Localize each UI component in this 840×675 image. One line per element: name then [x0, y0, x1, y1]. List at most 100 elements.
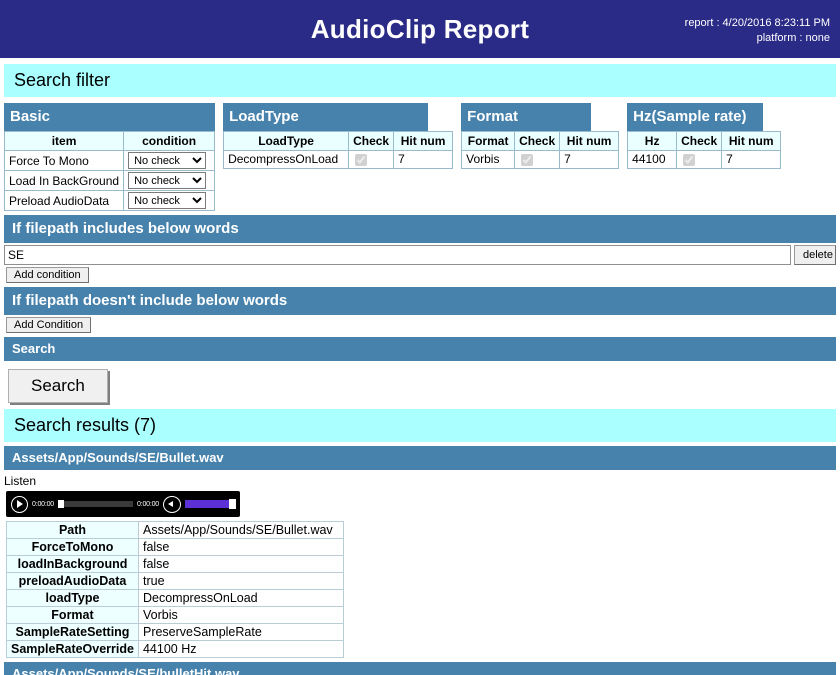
- search-section-heading: Search: [4, 337, 836, 361]
- result-item-header[interactable]: Assets/App/Sounds/SE/bulletHit.wav: [4, 662, 836, 675]
- filter-group-hz-title: Hz(Sample rate): [627, 103, 764, 131]
- detail-label: SampleRateSetting: [6, 623, 139, 641]
- basic-condition-cell: No check: [123, 150, 216, 171]
- filter-group-format: Format Format Check Hit num Vorbis 7: [461, 103, 620, 169]
- detail-label: ForceToMono: [6, 538, 139, 556]
- include-words-heading: If filepath includes below words: [4, 215, 836, 243]
- col-check: Check: [676, 131, 723, 151]
- table-row: Vorbis 7: [461, 150, 620, 169]
- table-row: Format Vorbis: [6, 606, 344, 624]
- format-check-cell: [514, 150, 561, 169]
- table-header-row: Format Check Hit num: [461, 131, 620, 151]
- basic-item-label: Force To Mono: [3, 150, 125, 171]
- table-row: 44100 7: [627, 150, 782, 169]
- table-row: SampleRateOverride 44100 Hz: [6, 640, 344, 658]
- delete-include-word-button[interactable]: delete: [794, 245, 836, 265]
- col-hit-num: Hit num: [559, 131, 620, 151]
- force-to-mono-select[interactable]: No check: [128, 152, 207, 169]
- player-total-time: 0:00:00: [137, 500, 159, 508]
- detail-label: loadType: [6, 589, 139, 607]
- loadtype-hit-num: 7: [393, 150, 454, 169]
- report-timestamp: report : 4/20/2016 8:23:11 PM: [684, 17, 830, 29]
- basic-filter-table: item condition Force To Mono No check Lo…: [3, 131, 216, 211]
- filter-group-basic: Basic item condition Force To Mono No ch…: [3, 103, 216, 211]
- col-hit-num: Hit num: [393, 131, 454, 151]
- filter-group-loadtype-title: LoadType: [223, 103, 429, 131]
- basic-item-label: Load In BackGround: [3, 170, 125, 191]
- format-value: Vorbis: [461, 150, 516, 169]
- load-in-background-select[interactable]: No check: [128, 172, 207, 189]
- hz-filter-table: Hz Check Hit num 44100 7: [627, 131, 782, 169]
- search-results-heading: Search results (7): [4, 409, 836, 442]
- filter-group-hz: Hz(Sample rate) Hz Check Hit num 44100 7: [627, 103, 782, 169]
- format-hit-num: 7: [559, 150, 620, 169]
- col-check: Check: [514, 131, 561, 151]
- basic-item-label: Preload AudioData: [3, 190, 125, 211]
- loadtype-filter-table: LoadType Check Hit num DecompressOnLoad …: [223, 131, 454, 169]
- table-row: Preload AudioData No check: [3, 190, 216, 211]
- filter-groups-row: Basic item condition Force To Mono No ch…: [3, 103, 836, 211]
- filter-group-loadtype: LoadType LoadType Check Hit num Decompre…: [223, 103, 454, 169]
- table-row: loadType DecompressOnLoad: [6, 589, 344, 607]
- hz-hit-num: 7: [721, 150, 782, 169]
- hz-value: 44100: [627, 150, 678, 169]
- detail-label: Format: [6, 606, 139, 624]
- detail-label: loadInBackground: [6, 555, 139, 573]
- hz-checkbox[interactable]: [683, 153, 696, 166]
- format-filter-table: Format Check Hit num Vorbis 7: [461, 131, 620, 169]
- add-exclude-condition-button[interactable]: Add Condition: [6, 317, 92, 333]
- detail-label: SampleRateOverride: [6, 640, 139, 658]
- detail-value: Vorbis: [137, 606, 344, 624]
- page-title: AudioClip Report: [310, 13, 530, 44]
- filter-group-basic-title: Basic: [4, 103, 216, 131]
- play-icon[interactable]: [11, 495, 28, 513]
- hz-check-cell: [676, 150, 723, 169]
- detail-label: preloadAudioData: [6, 572, 139, 590]
- col-check: Check: [348, 131, 395, 151]
- loadtype-check-cell: [348, 150, 395, 169]
- report-meta: report : 4/20/2016 8:23:11 PM platform :…: [685, 16, 830, 46]
- audio-player[interactable]: 0:00:00 0:00:00: [6, 491, 240, 517]
- result-item-header[interactable]: Assets/App/Sounds/SE/Bullet.wav: [4, 446, 836, 470]
- col-item: item: [3, 131, 125, 151]
- table-row: Path Assets/App/Sounds/SE/Bullet.wav: [6, 521, 344, 539]
- detail-value: false: [137, 555, 344, 573]
- basic-condition-cell: No check: [123, 170, 216, 191]
- format-checkbox[interactable]: [521, 153, 534, 166]
- table-row: Force To Mono No check: [3, 150, 216, 171]
- table-header-row: Hz Check Hit num: [627, 131, 782, 151]
- search-filter-heading: Search filter: [4, 64, 836, 97]
- listen-label: Listen: [4, 474, 37, 488]
- player-scrubber[interactable]: [57, 500, 134, 508]
- exclude-words-heading: If filepath doesn't include below words: [4, 287, 836, 315]
- add-include-condition-button[interactable]: Add condition: [6, 267, 89, 283]
- detail-value: Assets/App/Sounds/SE/Bullet.wav: [137, 521, 344, 539]
- detail-value: DecompressOnLoad: [137, 589, 344, 607]
- table-row: Load In BackGround No check: [3, 170, 216, 191]
- detail-value: true: [137, 572, 344, 590]
- detail-value: false: [137, 538, 344, 556]
- table-header-row: item condition: [3, 131, 216, 151]
- preload-audiodata-select[interactable]: No check: [128, 192, 207, 209]
- volume-slider[interactable]: [185, 499, 236, 509]
- col-loadtype: LoadType: [223, 131, 350, 151]
- detail-value: 44100 Hz: [137, 640, 344, 658]
- player-current-time: 0:00:00: [32, 500, 54, 508]
- basic-condition-cell: No check: [123, 190, 216, 211]
- include-word-input[interactable]: [4, 245, 791, 265]
- speaker-icon[interactable]: [163, 495, 181, 513]
- filter-group-format-title: Format: [461, 103, 592, 131]
- col-format: Format: [461, 131, 516, 151]
- app-title-bar: AudioClip Report report : 4/20/2016 8:23…: [0, 0, 840, 58]
- loadtype-checkbox[interactable]: [355, 153, 368, 166]
- col-hz: Hz: [627, 131, 678, 151]
- detail-label: Path: [6, 521, 139, 539]
- detail-value: PreserveSampleRate: [137, 623, 344, 641]
- table-row: ForceToMono false: [6, 538, 344, 556]
- table-row: DecompressOnLoad 7: [223, 150, 454, 169]
- search-button[interactable]: Search: [8, 369, 108, 403]
- loadtype-value: DecompressOnLoad: [223, 150, 350, 169]
- include-word-row: delete: [4, 245, 836, 265]
- col-hit-num: Hit num: [721, 131, 782, 151]
- table-row: loadInBackground false: [6, 555, 344, 573]
